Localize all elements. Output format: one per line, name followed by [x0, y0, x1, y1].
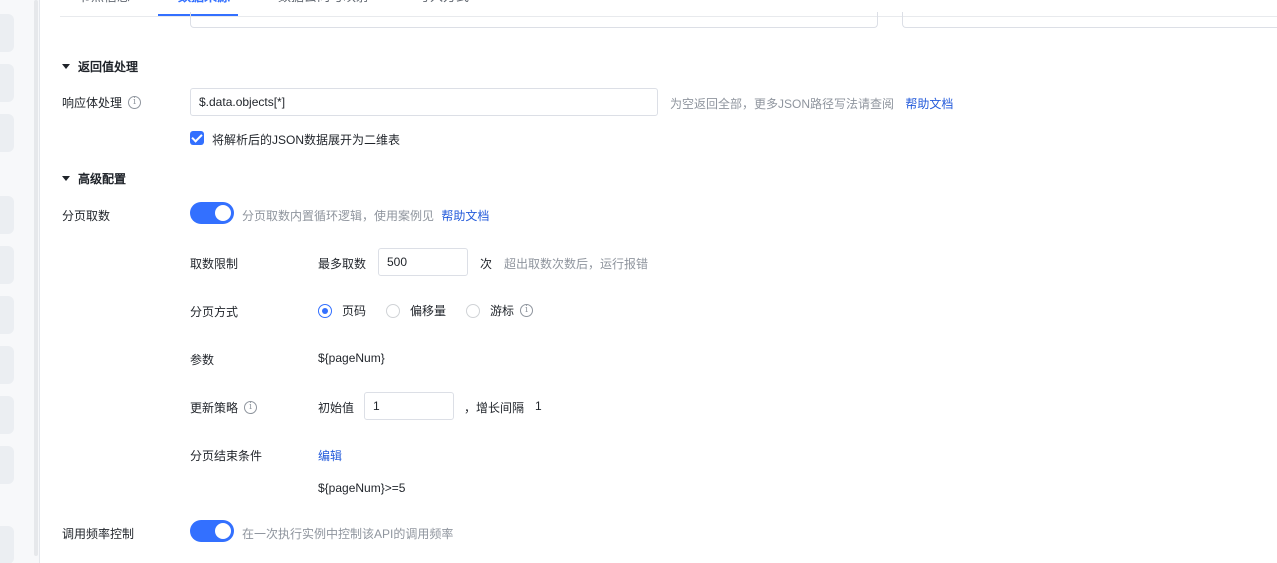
- info-icon[interactable]: i: [128, 96, 142, 109]
- section-advanced-header[interactable]: 高级配置: [62, 170, 126, 187]
- switch-knob: [215, 205, 231, 221]
- previous-field-box[interactable]: [190, 12, 878, 28]
- left-rail: [0, 0, 40, 563]
- rate-limit-label: 调用频率控制: [62, 527, 135, 541]
- radio-cursor[interactable]: [466, 303, 481, 318]
- rail-item[interactable]: [0, 246, 14, 284]
- pagination-switch[interactable]: [190, 202, 234, 224]
- rail-item[interactable]: [0, 526, 14, 563]
- rail-item[interactable]: [0, 396, 14, 434]
- step-value: 1: [535, 399, 542, 413]
- radio-offset[interactable]: [386, 303, 401, 318]
- switch-knob: [215, 523, 231, 539]
- tab-write-mode[interactable]: 写入方式: [417, 0, 469, 10]
- response-body-label-row: 响应体处理 i: [62, 94, 142, 111]
- tab-node-info[interactable]: 节点信息: [78, 0, 130, 10]
- rail-item[interactable]: [0, 64, 14, 102]
- caret-down-icon: [62, 176, 70, 181]
- rail-item[interactable]: [0, 446, 14, 484]
- help-doc-link[interactable]: 帮助文档: [441, 209, 489, 223]
- radio-page-number[interactable]: [318, 303, 332, 318]
- tab-data-target-mapping[interactable]: 数据去向与映射: [278, 0, 369, 10]
- previous-field-box[interactable]: [902, 12, 1277, 28]
- rail-item[interactable]: [0, 346, 14, 384]
- pagination-mode-radio-group: 页码 偏移量 游标 i: [318, 302, 534, 319]
- param-label: 参数: [190, 353, 215, 367]
- rate-limit-switch[interactable]: [190, 520, 234, 542]
- pagination-mode-label: 分页方式: [190, 305, 239, 319]
- param-value: ${pageNum}: [318, 351, 385, 365]
- rail-item[interactable]: [0, 114, 14, 152]
- pagination-hint: 分页取数内置循环逻辑，使用案例见 帮助文档: [242, 207, 489, 224]
- step-label: ，增长间隔: [464, 401, 525, 415]
- max-fetch-input[interactable]: 500: [378, 248, 468, 276]
- response-path-input[interactable]: $.data.objects[*]: [190, 88, 658, 116]
- field-label: 更新策略: [190, 401, 239, 415]
- rail-item[interactable]: [0, 296, 14, 334]
- radio-label[interactable]: 页码: [342, 302, 366, 319]
- hint-text: 为空返回全部，更多JSON路径写法请查阅: [670, 97, 895, 111]
- initial-value-input[interactable]: 1: [364, 392, 454, 420]
- info-icon[interactable]: i: [520, 304, 534, 317]
- max-fetch-unit: 次: [480, 257, 493, 271]
- rail-item[interactable]: [0, 14, 14, 52]
- flatten-json-label[interactable]: 将解析后的JSON数据展开为二维表: [212, 131, 400, 148]
- max-fetch-hint: 超出取数次数后，运行报错: [504, 257, 649, 271]
- info-icon[interactable]: i: [244, 401, 258, 414]
- rate-limit-hint: 在一次执行实例中控制该API的调用频率: [242, 527, 454, 541]
- section-title: 高级配置: [78, 172, 127, 186]
- max-fetch-label: 最多取数: [318, 257, 367, 271]
- edit-end-condition-link[interactable]: 编辑: [318, 447, 342, 464]
- initial-value-label: 初始值: [318, 401, 355, 415]
- response-path-hint: 为空返回全部，更多JSON路径写法请查阅 帮助文档: [670, 95, 953, 112]
- end-condition-value: ${pageNum}>=5: [318, 481, 406, 495]
- field-label: 响应体处理: [62, 96, 123, 110]
- tab-bar: 节点信息 数据来源 数据去向与映射 写入方式: [78, 0, 517, 10]
- help-doc-link[interactable]: 帮助文档: [905, 97, 953, 111]
- update-strategy-label-row: 更新策略 i: [190, 399, 258, 416]
- section-response-header[interactable]: 返回值处理: [62, 58, 138, 75]
- end-condition-label: 分页结束条件: [190, 449, 263, 463]
- radio-label[interactable]: 偏移量: [410, 302, 446, 319]
- caret-down-icon: [62, 64, 70, 69]
- rail-item[interactable]: [0, 196, 14, 234]
- radio-label[interactable]: 游标: [490, 302, 514, 319]
- flatten-json-checkbox[interactable]: [190, 131, 204, 145]
- pagination-label: 分页取数: [62, 209, 111, 223]
- section-title: 返回值处理: [78, 60, 139, 74]
- tab-data-source[interactable]: 数据来源: [178, 0, 230, 10]
- fetch-limit-label: 取数限制: [190, 257, 239, 271]
- hint-text: 分页取数内置循环逻辑，使用案例见: [242, 209, 435, 223]
- scrollbar[interactable]: [34, 0, 38, 556]
